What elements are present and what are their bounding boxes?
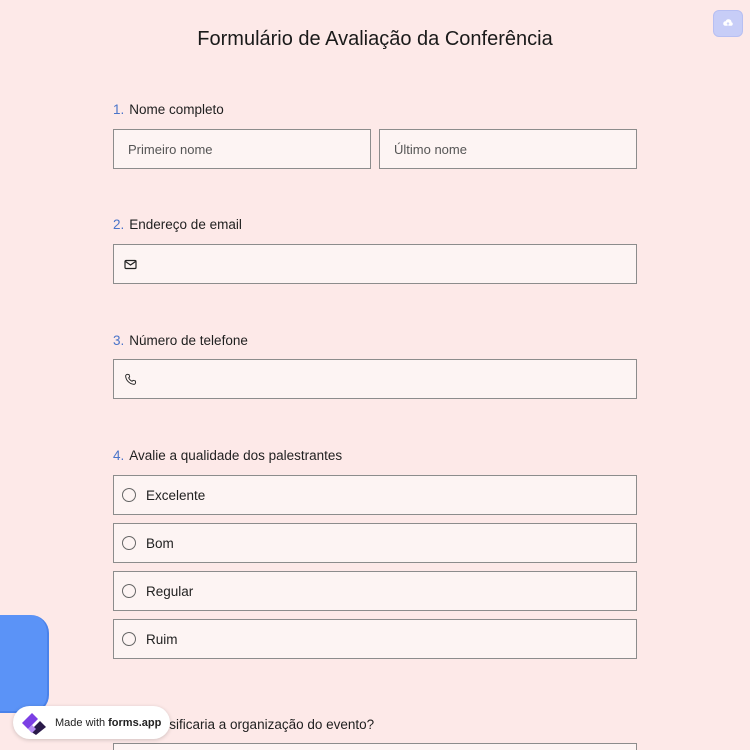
form-page: Formulário de Avaliação da Conferência 1… (0, 0, 750, 750)
badge-brand: forms.app (108, 716, 162, 729)
last-name-field[interactable] (379, 129, 637, 169)
save-button[interactable] (713, 10, 743, 37)
email-field[interactable] (113, 244, 637, 284)
question-number: 1. (113, 102, 125, 117)
first-name-field[interactable] (113, 129, 371, 169)
phone-input[interactable] (147, 371, 636, 387)
radio-button[interactable] (122, 536, 136, 550)
option-label: Regular (146, 583, 194, 599)
question-number: 4. (113, 448, 125, 463)
question-4-label: 4. Avalie a qualidade dos palestrantes (113, 448, 343, 463)
question-3-label: 3. Número de telefone (113, 333, 248, 348)
radio-button[interactable] (122, 632, 136, 646)
option-excelente[interactable]: Excelente (113, 475, 637, 515)
phone-icon (124, 372, 137, 386)
radio-button[interactable] (122, 584, 136, 598)
question-5-field[interactable] (113, 743, 637, 750)
question-1-label: 1. Nome completo (113, 102, 224, 117)
question-2-label: 2. Endereço de email (113, 217, 242, 232)
option-regular[interactable]: Regular (113, 571, 637, 611)
radio-button[interactable] (122, 488, 136, 502)
question-number: 2. (113, 217, 125, 232)
last-name-input[interactable] (394, 141, 636, 157)
question-number: 3. (113, 333, 125, 348)
cloud-upload-icon (722, 15, 734, 33)
badge-prefix: Made with (55, 716, 106, 729)
page-title: Formulário de Avaliação da Conferência (197, 28, 553, 50)
option-bom[interactable]: Bom (113, 523, 637, 563)
option-ruim[interactable]: Ruim (113, 619, 637, 659)
envelope-icon (124, 257, 137, 271)
option-label: Ruim (146, 631, 178, 647)
option-label: Excelente (146, 487, 206, 503)
forms-app-logo-icon (19, 710, 49, 736)
floating-widget[interactable] (0, 615, 49, 713)
option-label: Bom (146, 535, 174, 551)
phone-field[interactable] (113, 359, 637, 399)
email-input[interactable] (147, 256, 636, 272)
first-name-input[interactable] (128, 141, 370, 157)
made-with-badge[interactable]: Made with forms.app (13, 706, 170, 739)
